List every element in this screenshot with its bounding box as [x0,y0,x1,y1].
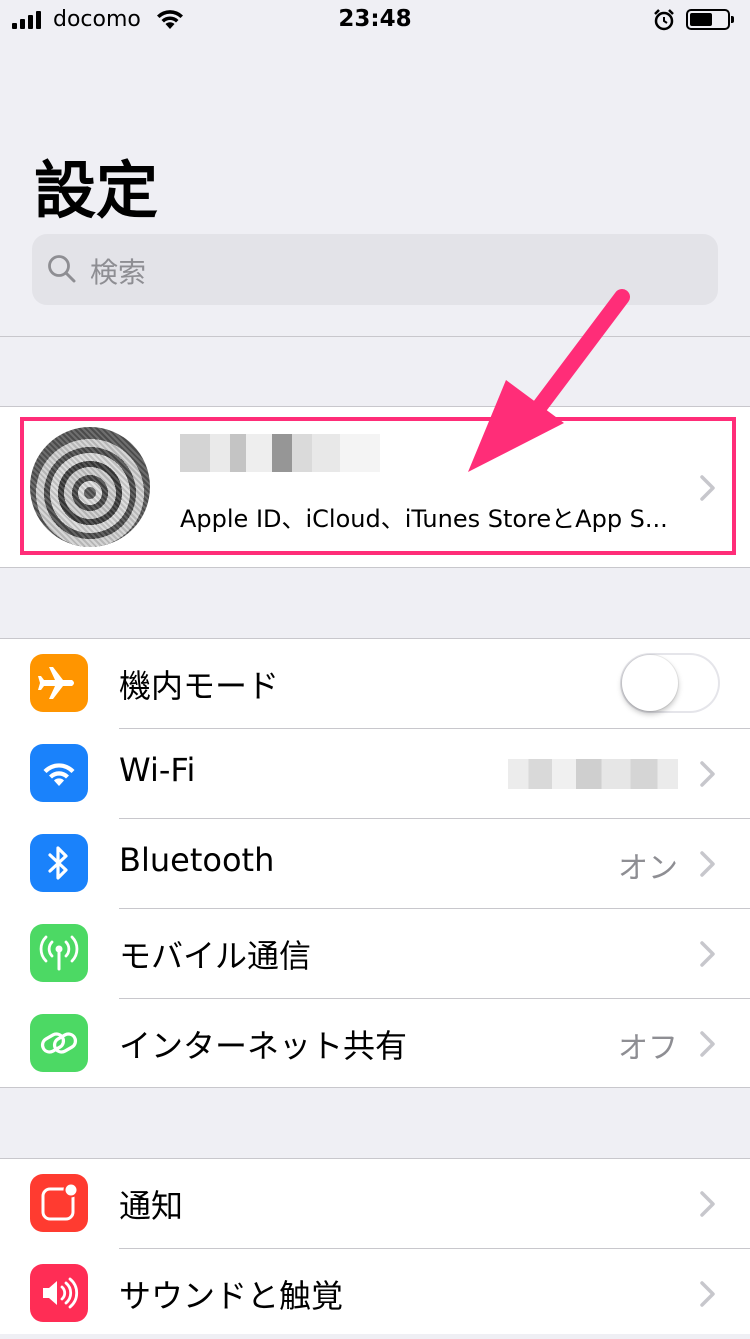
chevron-right-icon [698,849,718,879]
airplane-icon [30,654,88,712]
airplane-mode-row: 機内モード [0,639,750,729]
page-title: 設定 [34,154,159,227]
notifications-group: 通知 サウンドと触覚 [0,1159,750,1334]
chevron-right-icon [698,939,718,969]
search-icon [46,253,78,285]
sounds-haptics-label: サウンドと触覚 [119,1277,344,1315]
airplane-mode-toggle[interactable] [620,653,720,713]
pointer-arrow-icon [440,285,640,485]
personal-hotspot-row[interactable]: インターネット共有 オフ [0,999,750,1087]
blurred-network-name [508,759,678,789]
status-bar: docomo 23:48 [0,0,750,40]
chevron-right-icon [698,759,718,789]
status-time: 23:48 [338,6,412,32]
personal-hotspot-status: オフ [618,1031,678,1066]
chevron-right-icon [698,1029,718,1059]
search-placeholder: 検索 [90,256,147,289]
bluetooth-label: Bluetooth [119,841,275,879]
sounds-haptics-row[interactable]: サウンドと触覚 [0,1249,750,1339]
bluetooth-status: オン [618,851,678,886]
divider [0,567,750,568]
antenna-icon [30,924,88,982]
chevron-right-icon [698,1279,718,1309]
bluetooth-row[interactable]: Bluetooth オン [0,819,750,909]
connectivity-group: 機内モード Wi-Fi Bluetooth オン モバイル通信 インターネット共… [0,639,750,1087]
battery-icon [686,9,734,30]
notifications-icon [30,1174,88,1232]
divider [0,1087,750,1088]
cellular-row[interactable]: モバイル通信 [0,909,750,999]
speaker-icon [30,1264,88,1322]
cellular-label: モバイル通信 [119,937,312,975]
alarm-icon [652,8,676,32]
wifi-icon [30,744,88,802]
notifications-row[interactable]: 通知 [0,1159,750,1249]
wifi-row[interactable]: Wi-Fi [0,729,750,819]
chevron-right-icon [698,1189,718,1219]
hotspot-icon [30,1014,88,1072]
notifications-label: 通知 [119,1187,184,1225]
airplane-mode-label: 機内モード [119,667,280,705]
wifi-label: Wi-Fi [119,751,196,789]
personal-hotspot-label: インターネット共有 [119,1027,408,1065]
bluetooth-icon [30,834,88,892]
